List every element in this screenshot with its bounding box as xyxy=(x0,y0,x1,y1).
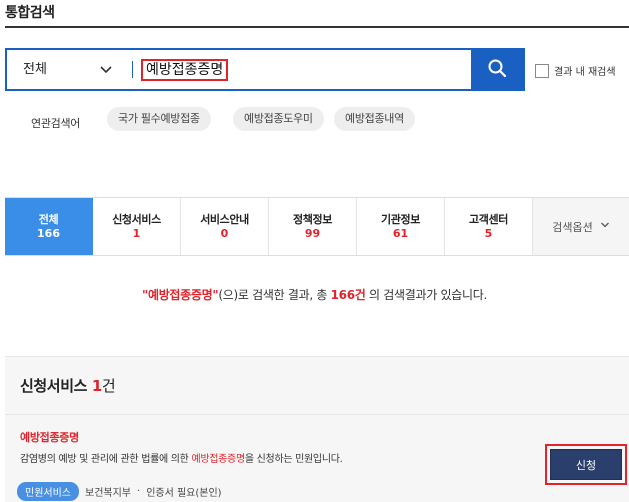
result-item-title[interactable]: 예방접종증명 xyxy=(20,429,79,445)
section-title: 신청서비스 1건 xyxy=(20,375,116,396)
section-divider xyxy=(5,414,629,415)
search-bar: 전체 예방접종증명 xyxy=(5,48,525,91)
result-item-description: 감염병의 예방 및 관리에 관한 법률에 의한 예방접종증명을 신청하는 민원입… xyxy=(20,450,343,465)
search-button[interactable] xyxy=(471,50,523,89)
search-scope-select[interactable]: 전체 xyxy=(23,50,47,89)
page-title: 통합검색 xyxy=(5,5,55,21)
tab-count: 1 xyxy=(132,226,141,240)
search-icon xyxy=(487,58,507,82)
related-keywords-label: 연관검색어 xyxy=(31,117,81,130)
tab-count: 166 xyxy=(37,226,60,240)
desc-text: 감염병의 예방 및 관리에 관한 법률에 의한 xyxy=(20,454,192,465)
service-type-badge: 민원서비스 xyxy=(17,482,79,501)
tab-count: 5 xyxy=(484,226,493,240)
checkbox-icon[interactable] xyxy=(535,63,549,78)
related-keyword-chip[interactable]: 예방접종도우미 xyxy=(233,107,324,131)
tab-label: 고객센터 xyxy=(469,212,508,226)
agency-name: 보건복지부 xyxy=(85,488,131,499)
search-input[interactable]: 예방접종증명 xyxy=(141,59,229,81)
related-keyword-chip[interactable]: 예방접종내역 xyxy=(334,107,415,131)
tab-label: 서비스안내 xyxy=(200,212,249,226)
tab-all[interactable]: 전체 166 xyxy=(5,198,93,255)
tab-service-guide[interactable]: 서비스안내 0 xyxy=(181,198,269,255)
search-options-button[interactable]: 검색옵션 xyxy=(533,198,629,255)
tab-agency-info[interactable]: 기관정보 61 xyxy=(357,198,445,255)
tab-label: 전체 xyxy=(38,212,59,226)
scope-divider xyxy=(132,61,133,78)
chevron-down-icon xyxy=(600,220,610,233)
tab-label: 정책정보 xyxy=(293,212,332,226)
tab-count: 0 xyxy=(220,226,229,240)
summary-total: 166건 xyxy=(330,288,366,302)
tab-count: 99 xyxy=(304,226,321,240)
tab-customer-center[interactable]: 고객센터 5 xyxy=(445,198,533,255)
title-divider xyxy=(5,26,629,28)
desc-text: 을 신청하는 민원입니다. xyxy=(244,454,343,465)
meta-separator: · xyxy=(137,486,141,497)
chevron-down-icon[interactable] xyxy=(99,62,113,76)
requirement-text: 인증서 필요(본인) xyxy=(146,488,222,499)
result-item-meta: 민원서비스 보건복지부 · 인증서 필요(본인) xyxy=(17,482,222,501)
search-options-label: 검색옵션 xyxy=(552,220,593,234)
tab-application-services[interactable]: 신청서비스 1 xyxy=(93,198,181,255)
desc-highlight: 예방접종증명 xyxy=(191,454,245,465)
refine-search-option[interactable]: 결과 내 재검색 xyxy=(535,63,616,78)
tab-policy-info[interactable]: 정책정보 99 xyxy=(269,198,357,255)
apply-button[interactable]: 신청 xyxy=(550,449,622,480)
search-result-summary: "예방접종증명"(으)로 검색한 결과, 총 166건 의 검색결과가 있습니다… xyxy=(0,286,629,303)
summary-text: (으)로 검색한 결과, 총 xyxy=(218,288,331,302)
section-count: 1 xyxy=(91,377,102,395)
summary-tail: 의 검색결과가 있습니다. xyxy=(365,288,487,302)
refine-search-label: 결과 내 재검색 xyxy=(554,67,616,78)
tab-count: 61 xyxy=(392,226,409,240)
related-keyword-chip[interactable]: 국가 필수예방접종 xyxy=(107,107,211,131)
tab-label: 신청서비스 xyxy=(112,212,161,226)
section-title-text: 신청서비스 xyxy=(20,377,88,395)
application-services-section: 신청서비스 1건 예방접종증명 감염병의 예방 및 관리에 관한 법률에 의한 … xyxy=(5,356,629,502)
apply-button-highlight: 신청 xyxy=(545,444,627,485)
tab-label: 기관정보 xyxy=(381,212,420,226)
result-category-tabs: 전체 166 신청서비스 1 서비스안내 0 정책정보 99 기관정보 61 고… xyxy=(5,197,629,256)
section-count-unit: 건 xyxy=(101,377,116,395)
summary-keyword: 예방접종증명 xyxy=(147,288,213,302)
